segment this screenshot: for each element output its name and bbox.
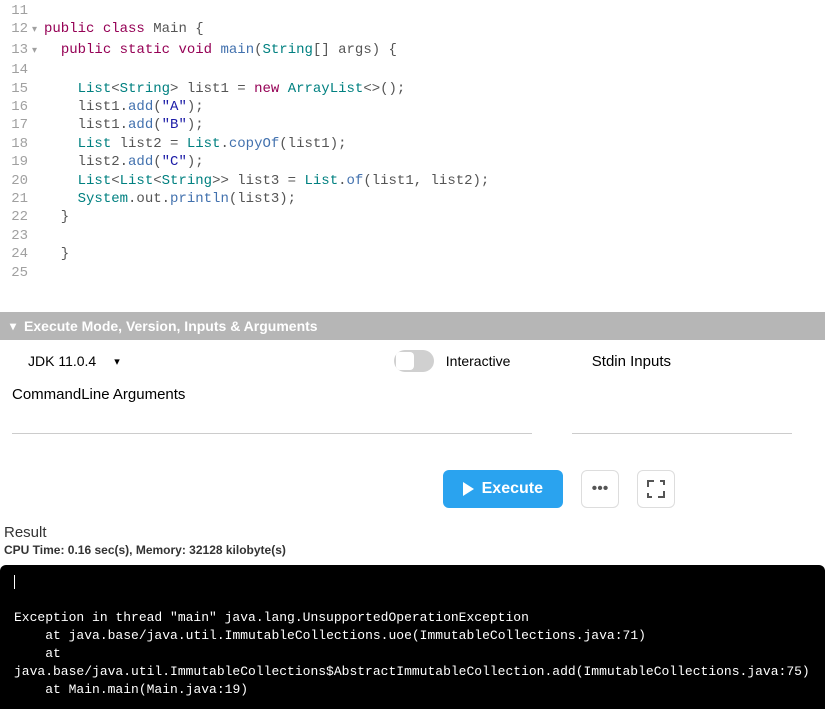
line-number: 20 [0, 172, 32, 190]
code-content: List<String> list1 = new ArrayList<>(); [44, 80, 405, 98]
fullscreen-icon [649, 482, 663, 496]
fold-icon [32, 172, 44, 190]
fold-icon [32, 245, 44, 263]
code-content: list1.add("A"); [44, 98, 204, 116]
code-content: List list2 = List.copyOf(list1); [44, 135, 347, 153]
stdin-label: Stdin Inputs [592, 353, 811, 370]
code-line[interactable]: 13▾ public static void main(String[] arg… [0, 41, 825, 61]
interactive-toggle-group: Interactive [394, 350, 511, 372]
line-number: 18 [0, 135, 32, 153]
fold-icon [32, 227, 44, 245]
code-content: public static void main(String[] args) { [44, 41, 397, 61]
line-number: 22 [0, 208, 32, 226]
fold-icon[interactable]: ▾ [32, 41, 44, 61]
code-line[interactable]: 24 } [0, 245, 825, 263]
interactive-label: Interactive [446, 353, 511, 369]
exec-settings-header[interactable]: ▾ Execute Mode, Version, Inputs & Argume… [0, 312, 825, 340]
fold-icon [32, 98, 44, 116]
chevron-down-icon: ▾ [10, 319, 16, 333]
code-line[interactable]: 21 System.out.println(list3); [0, 190, 825, 208]
line-number: 24 [0, 245, 32, 263]
settings-row: JDK 11.0.4 ▾ Interactive Stdin Inputs [0, 340, 825, 380]
code-line[interactable]: 19 list2.add("C"); [0, 153, 825, 171]
code-content: public class Main { [44, 20, 204, 40]
code-line[interactable]: 17 list1.add("B"); [0, 116, 825, 134]
fullscreen-button[interactable] [637, 470, 675, 508]
line-number: 12 [0, 20, 32, 40]
jdk-version-value: JDK 11.0.4 [28, 353, 96, 369]
jdk-version-select[interactable]: JDK 11.0.4 ▾ [28, 353, 120, 369]
line-number: 21 [0, 190, 32, 208]
input-row [0, 403, 825, 442]
ellipsis-icon: ••• [592, 480, 609, 498]
code-content: System.out.println(list3); [44, 190, 296, 208]
line-number: 15 [0, 80, 32, 98]
code-content: list1.add("B"); [44, 116, 204, 134]
result-stats: CPU Time: 0.16 sec(s), Memory: 32128 kil… [0, 541, 825, 559]
result-label: Result [0, 518, 825, 541]
fold-icon [32, 135, 44, 153]
fold-icon [32, 264, 44, 282]
code-content: } [44, 245, 69, 263]
code-content: } [44, 208, 69, 226]
stdin-input[interactable] [572, 405, 792, 434]
line-number: 17 [0, 116, 32, 134]
exec-settings-title: Execute Mode, Version, Inputs & Argument… [24, 318, 318, 334]
fold-icon [32, 2, 44, 20]
more-button[interactable]: ••• [581, 470, 619, 508]
fold-icon[interactable]: ▾ [32, 20, 44, 40]
fold-icon [32, 61, 44, 79]
args-label: CommandLine Arguments [0, 380, 825, 403]
line-number: 25 [0, 264, 32, 282]
code-line[interactable]: 25 [0, 264, 825, 282]
line-number: 14 [0, 61, 32, 79]
code-content: list2.add("C"); [44, 153, 204, 171]
code-editor[interactable]: 1112▾public class Main {13▾ public stati… [0, 0, 825, 282]
line-number: 13 [0, 41, 32, 61]
code-line[interactable]: 11 [0, 2, 825, 20]
code-line[interactable]: 18 List list2 = List.copyOf(list1); [0, 135, 825, 153]
fold-icon [32, 153, 44, 171]
cursor-icon [14, 575, 15, 589]
line-number: 11 [0, 2, 32, 20]
code-content: List<List<String>> list3 = List.of(list1… [44, 172, 489, 190]
interactive-toggle[interactable] [394, 350, 434, 372]
code-line[interactable]: 22 } [0, 208, 825, 226]
fold-icon [32, 116, 44, 134]
fold-icon [32, 80, 44, 98]
play-icon [463, 482, 474, 496]
fold-icon [32, 208, 44, 226]
action-row: Execute ••• [0, 442, 825, 518]
code-line[interactable]: 16 list1.add("A"); [0, 98, 825, 116]
code-line[interactable]: 12▾public class Main { [0, 20, 825, 40]
code-line[interactable]: 20 List<List<String>> list3 = List.of(li… [0, 172, 825, 190]
fold-icon [32, 190, 44, 208]
execute-label: Execute [482, 480, 543, 498]
execute-button[interactable]: Execute [443, 470, 563, 508]
args-input[interactable] [12, 405, 532, 434]
console-output[interactable]: Exception in thread "main" java.lang.Uns… [0, 565, 825, 709]
line-number: 19 [0, 153, 32, 171]
toggle-knob [396, 352, 414, 370]
chevron-down-icon: ▾ [114, 355, 120, 368]
code-line[interactable]: 23 [0, 227, 825, 245]
code-line[interactable]: 15 List<String> list1 = new ArrayList<>(… [0, 80, 825, 98]
line-number: 23 [0, 227, 32, 245]
code-line[interactable]: 14 [0, 61, 825, 79]
line-number: 16 [0, 98, 32, 116]
